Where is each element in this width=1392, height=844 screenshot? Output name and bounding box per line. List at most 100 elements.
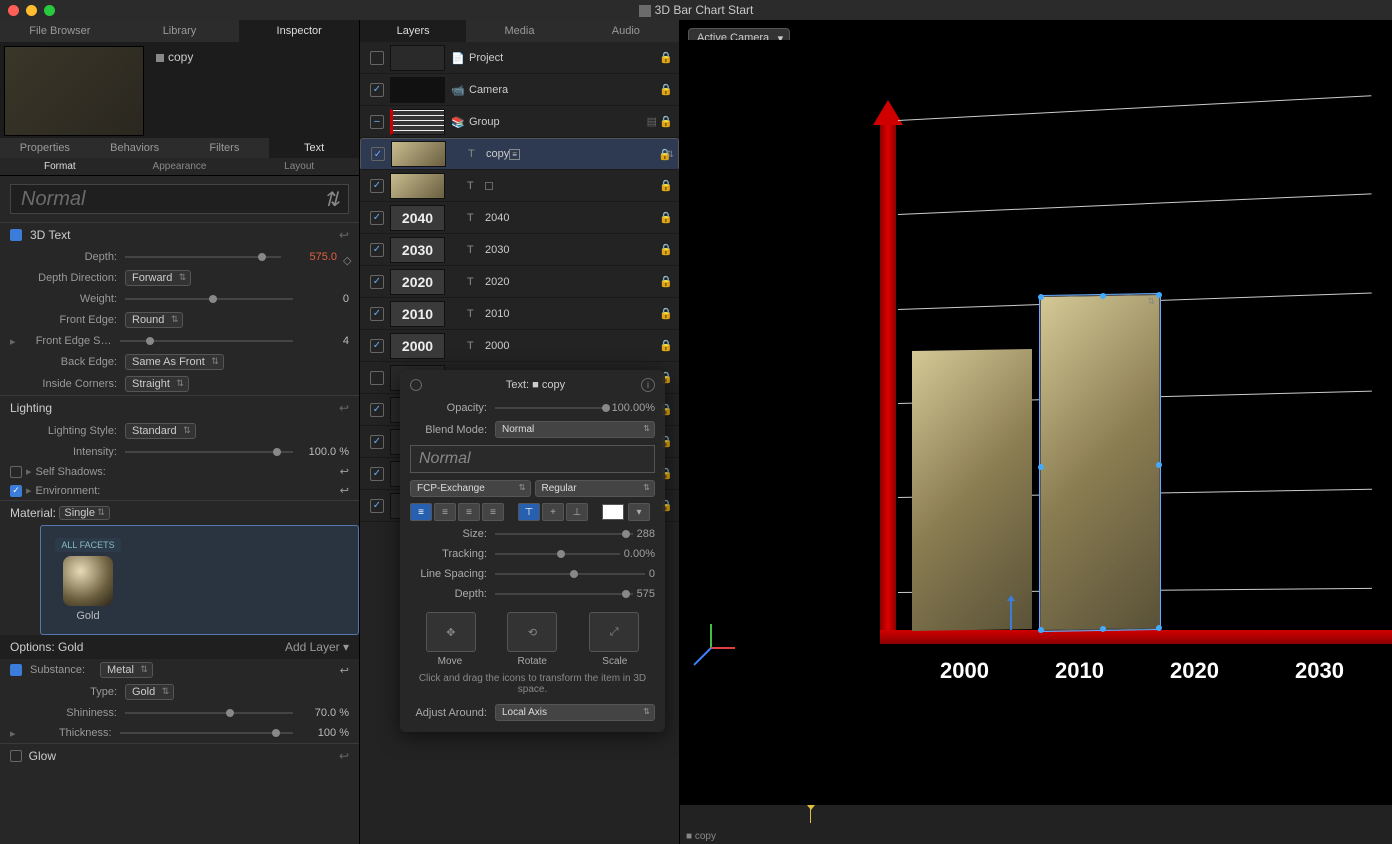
y-manipulator-icon[interactable]: [1010, 600, 1012, 630]
inside-corners-select[interactable]: Straight: [125, 376, 189, 392]
reset-icon[interactable]: ↩: [339, 401, 349, 415]
depth-direction-select[interactable]: Forward: [125, 270, 191, 286]
weight-value[interactable]: 0: [299, 293, 349, 305]
hud-depth-value[interactable]: 575: [637, 588, 655, 600]
color-dropdown-button[interactable]: ▾: [628, 503, 650, 521]
add-layer-button[interactable]: Add Layer ▾: [285, 640, 349, 654]
reset-icon[interactable]: ↩: [340, 484, 349, 497]
lighting-style-select[interactable]: Standard: [125, 423, 196, 439]
section-glow[interactable]: Glow↩: [0, 744, 359, 768]
reset-icon[interactable]: ↩: [340, 465, 349, 478]
tab-layers[interactable]: Layers: [360, 20, 466, 42]
weight-slider[interactable]: [125, 292, 293, 306]
move-tool-button[interactable]: ✥: [426, 612, 476, 652]
reset-icon[interactable]: ↩: [339, 749, 349, 763]
subtab-properties[interactable]: Properties: [0, 138, 90, 158]
lock-icon[interactable]: 🔒: [658, 148, 672, 161]
layer-row[interactable]: −📚Group▤🔒: [360, 106, 679, 138]
font-family-select[interactable]: FCP-Exchange: [410, 480, 531, 497]
text-hud[interactable]: Text: ■ copy i Opacity:100.00% Blend Mod…: [400, 370, 665, 732]
layer-row[interactable]: 2030T2030🔒: [360, 234, 679, 266]
blend-mode-select[interactable]: Normal: [495, 421, 655, 438]
glow-checkbox[interactable]: [10, 750, 22, 762]
line-spacing-value[interactable]: 0: [649, 568, 655, 580]
hud-font-preset[interactable]: Normal: [410, 445, 655, 473]
layer-row[interactable]: 📹Camera🔒: [360, 74, 679, 106]
thickness-slider[interactable]: [120, 726, 293, 740]
subtab-filters[interactable]: Filters: [180, 138, 270, 158]
lock-icon[interactable]: 🔒: [659, 51, 673, 64]
back-edge-select[interactable]: Same As Front: [125, 354, 224, 370]
hud-depth-slider[interactable]: [495, 587, 633, 601]
valign-top-button[interactable]: ⊤: [518, 503, 540, 521]
disclosure-icon[interactable]: ▸: [26, 465, 32, 478]
section-lighting[interactable]: Lighting↩: [0, 396, 359, 420]
selection-handle[interactable]: [1156, 292, 1162, 298]
font-weight-select[interactable]: Regular: [535, 480, 656, 497]
depth-value[interactable]: 575.0: [287, 251, 337, 263]
type-select[interactable]: Gold: [125, 684, 174, 700]
front-edge-size-slider[interactable]: [120, 334, 293, 348]
material-swatch[interactable]: [63, 556, 113, 606]
canvas-3d[interactable]: 2000 2010 2020 2030: [680, 40, 1392, 704]
layer-row[interactable]: 2000T2000🔒: [360, 330, 679, 362]
inspector-scroll[interactable]: Normal⇅ 3D Text↩ Depth:575.0◇ Depth Dire…: [0, 176, 359, 844]
subtab-text[interactable]: Text: [269, 138, 359, 158]
environment-checkbox[interactable]: ✓: [10, 485, 22, 497]
size-slider[interactable]: [495, 527, 633, 541]
tab-media[interactable]: Media: [466, 20, 572, 42]
front-edge-select[interactable]: Round: [125, 312, 183, 328]
selection-handle[interactable]: [1156, 461, 1162, 467]
minitab-format[interactable]: Format: [0, 158, 120, 175]
layer-row[interactable]: T🔒: [360, 170, 679, 202]
stack-icon[interactable]: ▤: [647, 115, 657, 128]
layer-row[interactable]: Tcopy ≡🔒: [360, 138, 679, 170]
layer-row[interactable]: 2010T2010🔒: [360, 298, 679, 330]
layer-row[interactable]: 📄Project🔒: [360, 42, 679, 74]
lock-icon[interactable]: 🔒: [659, 275, 673, 288]
section-3d-text[interactable]: 3D Text↩: [0, 223, 359, 247]
selection-handle[interactable]: [1038, 463, 1044, 469]
reset-icon[interactable]: ↩: [340, 664, 349, 677]
color-swatch[interactable]: [602, 504, 624, 520]
lock-icon[interactable]: 🔒: [659, 115, 673, 128]
info-icon[interactable]: i: [641, 378, 655, 392]
depth-slider[interactable]: [125, 250, 281, 264]
lock-icon[interactable]: 🔒: [659, 243, 673, 256]
playhead[interactable]: [810, 809, 811, 823]
lock-icon[interactable]: 🔒: [659, 83, 673, 96]
font-preset-selector[interactable]: Normal⇅: [10, 184, 349, 214]
tab-library[interactable]: Library: [120, 20, 240, 42]
substance-select[interactable]: Metal: [100, 662, 153, 678]
rotate-tool-button[interactable]: ⟲: [507, 612, 557, 652]
disclosure-icon[interactable]: ▸: [10, 727, 16, 740]
substance-checkbox[interactable]: [10, 664, 22, 676]
shininess-slider[interactable]: [125, 706, 293, 720]
front-edge-size-value[interactable]: 4: [299, 335, 349, 347]
thickness-value[interactable]: 100 %: [299, 727, 349, 739]
lock-icon[interactable]: 🔒: [659, 339, 673, 352]
size-value[interactable]: 288: [637, 528, 655, 540]
tab-inspector[interactable]: Inspector: [239, 20, 359, 42]
shininess-value[interactable]: 70.0 %: [299, 707, 349, 719]
minitab-appearance[interactable]: Appearance: [120, 158, 240, 175]
intensity-slider[interactable]: [125, 445, 293, 459]
selection-handle[interactable]: [1038, 294, 1044, 300]
bar-2010[interactable]: [1040, 294, 1160, 631]
tracking-value[interactable]: 0.00%: [624, 548, 655, 560]
bar-2000[interactable]: [912, 349, 1032, 631]
minitab-layout[interactable]: Layout: [239, 158, 359, 175]
mini-timeline[interactable]: ■ copy: [680, 804, 1392, 844]
selection-handle[interactable]: [1100, 293, 1106, 299]
section-material[interactable]: Material: Single: [0, 501, 359, 525]
checkbox-icon[interactable]: [10, 229, 22, 241]
align-left-button[interactable]: ≡: [410, 503, 432, 521]
align-right-button[interactable]: ≡: [458, 503, 480, 521]
tab-audio[interactable]: Audio: [573, 20, 679, 42]
align-justify-button[interactable]: ≡: [482, 503, 504, 521]
viewport[interactable]: Active Camera: [680, 20, 1392, 844]
opacity-slider[interactable]: [495, 401, 608, 415]
line-spacing-slider[interactable]: [495, 567, 645, 581]
material-card[interactable]: ALL FACETS Gold: [40, 525, 359, 635]
valign-bottom-button[interactable]: ⊥: [566, 503, 588, 521]
